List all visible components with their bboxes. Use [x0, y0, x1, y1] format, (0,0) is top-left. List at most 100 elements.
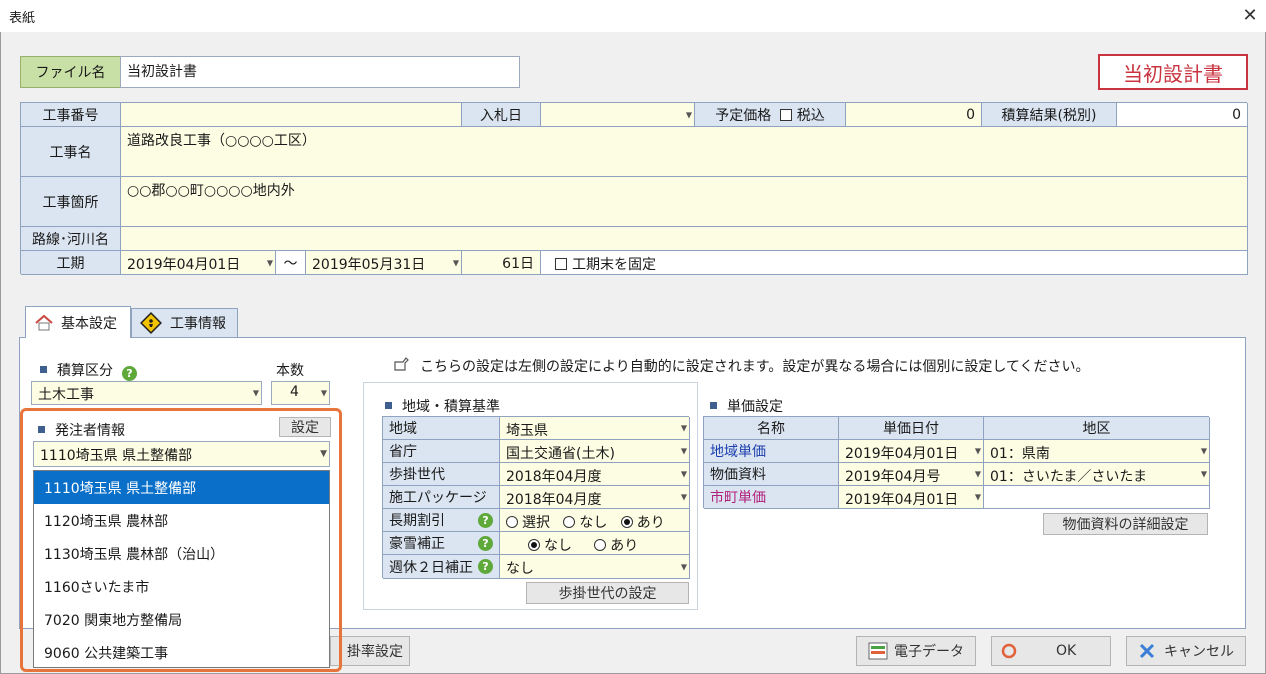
region-label-chiiki: 地域: [383, 417, 500, 440]
help-icon[interactable]: ?: [478, 512, 493, 528]
rosen-input[interactable]: [121, 227, 1248, 251]
dropdown-option[interactable]: 1130埼玉県 農林部（治山）: [34, 537, 329, 570]
tab-basic-label: 基本設定: [61, 315, 117, 332]
days-value: 61日: [462, 251, 541, 275]
file-name-label: ファイル名: [20, 56, 121, 88]
dropdown-option[interactable]: 1160さいたま市: [34, 570, 329, 603]
unit-area-select[interactable]: 01：さいたま／さいたま ▼: [984, 463, 1210, 486]
cancel-button[interactable]: キャンセル: [1126, 636, 1246, 666]
kouji-mei-label: 工事名: [21, 127, 121, 177]
unit-date-value: 2019年04月01日: [845, 492, 959, 508]
unit-title: 単価設定: [727, 399, 783, 415]
fix-end-label: 工期末を固定: [572, 257, 656, 273]
choki-radio-ari[interactable]: [620, 516, 633, 528]
ok-button[interactable]: OK: [991, 636, 1111, 666]
chevron-down-icon: ▼: [252, 388, 259, 398]
title-bar: 表紙 ✕: [0, 0, 1266, 32]
kakeritsu-button[interactable]: 掛率設定: [330, 636, 410, 666]
kubun-value: 土木工事: [38, 387, 94, 403]
file-name-input[interactable]: 当初設計書: [120, 56, 520, 88]
nyusatsu-date-select[interactable]: ▼: [541, 103, 695, 127]
help-icon[interactable]: ?: [478, 535, 493, 551]
bullet-icon: [385, 402, 392, 409]
unit-area-select[interactable]: 01：県南 ▼: [984, 440, 1210, 463]
kouji-mei-input[interactable]: 道路改良工事（○○○○工区）: [121, 127, 1248, 177]
region-heading: 地域・積算基準: [385, 396, 500, 416]
shukyu-label: 週休２日補正: [389, 559, 473, 576]
unit-name-chiiki: 地域単価: [704, 440, 839, 463]
header-grid: 工事番号 入札日 ▼ 予定価格 税込 0 積算結果(税別) 0 工事名 道路改良…: [20, 102, 1248, 275]
chevron-down-icon: ▼: [680, 446, 687, 456]
chiiki-select[interactable]: 埼玉県 ▼: [500, 417, 690, 440]
unit-area-value: 01：県南: [990, 446, 1050, 462]
chevron-down-icon: ▼: [680, 469, 687, 479]
choki-label: 長期割引: [389, 513, 445, 529]
hatchu-select[interactable]: 1110埼玉県 県土整備部 ▼: [33, 441, 330, 467]
unit-date-value: 2019年04月号: [845, 469, 941, 485]
dropdown-option[interactable]: 1120埼玉県 農林部: [34, 504, 329, 537]
choki-radio-sentaku[interactable]: [506, 516, 518, 528]
region-label-shocho: 省庁: [383, 440, 500, 463]
sekisan-kubun-select[interactable]: 土木工事 ▼: [31, 381, 262, 405]
cancel-x-icon: [1139, 643, 1155, 659]
package-select[interactable]: 2018年04月度 ▼: [500, 486, 690, 509]
help-icon[interactable]: ?: [121, 366, 137, 381]
choki-radio-group: 選択 なし あり: [500, 509, 690, 532]
gosetsu-radio-nashi[interactable]: [528, 539, 540, 551]
bukake-select[interactable]: 2018年04月度 ▼: [500, 463, 690, 486]
tab-kouji-info[interactable]: 工事情報: [131, 308, 238, 337]
zeikomi-checkbox[interactable]: [779, 108, 792, 121]
unit-date-select[interactable]: 2019年04月号 ▼: [839, 463, 984, 486]
unit-date-select[interactable]: 2019年04月01日 ▼: [839, 440, 984, 463]
bullet-icon: [710, 402, 717, 409]
honsu-select[interactable]: 4 ▼: [271, 381, 330, 405]
kouji-kasho-input[interactable]: ○○郡○○町○○○○地内外: [121, 177, 1248, 227]
dropdown-option[interactable]: 7020 関東地方整備局: [34, 603, 329, 636]
tab-basic[interactable]: 基本設定: [25, 306, 131, 338]
kouji-bango-input[interactable]: [121, 103, 462, 127]
dropdown-option[interactable]: 9060 公共建築工事: [34, 636, 329, 669]
chevron-down-icon: ▼: [685, 110, 692, 119]
yotei-kakaku-label: 予定価格 税込: [695, 103, 846, 127]
gosetsu-radio-ari[interactable]: [594, 539, 607, 551]
chevron-down-icon: ▼: [266, 258, 273, 267]
nyusatsu-label: 入札日: [462, 103, 541, 127]
bukake-settei-button[interactable]: 歩掛世代の設定: [526, 582, 689, 604]
unit-area-value: 01：さいたま／さいたま: [990, 469, 1147, 485]
yotei-value[interactable]: 0: [846, 103, 982, 127]
zeikomi-label: 税込: [796, 107, 825, 124]
settei-button[interactable]: 設定: [279, 417, 331, 437]
start-date-select[interactable]: 2019年04月01日 ▼: [121, 251, 276, 275]
chevron-down-icon: ▼: [680, 562, 687, 571]
bukka-detail-button[interactable]: 物価資料の詳細設定: [1043, 513, 1208, 535]
chevron-down-icon: ▼: [680, 492, 687, 502]
dropdown-option[interactable]: 1110埼玉県 県土整備部: [34, 471, 329, 504]
chiiki-value: 埼玉県: [506, 423, 548, 439]
chevron-down-icon: ▼: [452, 258, 459, 267]
end-date-text: 2019年05月31日: [312, 257, 426, 273]
sekisan-kubun-heading: 積算区分 ?: [40, 360, 137, 381]
unit-area-empty: [984, 486, 1210, 509]
unit-date-select[interactable]: 2019年04月01日 ▼: [839, 486, 984, 509]
chevron-down-icon: ▼: [974, 446, 981, 456]
choki-radio-nashi[interactable]: [563, 516, 576, 528]
kouki-label: 工期: [21, 251, 121, 275]
start-date-text: 2019年04月01日: [127, 257, 241, 273]
help-icon[interactable]: ?: [478, 559, 493, 574]
package-value: 2018年04月度: [506, 492, 602, 508]
shukyu-select[interactable]: なし ▼: [500, 555, 690, 579]
fix-end-option[interactable]: 工期末を固定: [541, 251, 1248, 275]
ok-label: OK: [1056, 643, 1077, 659]
close-icon[interactable]: ✕: [1236, 2, 1264, 30]
chevron-down-icon: ▼: [974, 469, 981, 479]
gosetsu-opt-label: なし: [544, 538, 572, 554]
kouji-kasho-label: 工事箇所: [21, 177, 121, 227]
gosetsu-radio-group: なし あり: [500, 532, 690, 555]
region-title: 地域・積算基準: [402, 399, 500, 415]
end-date-select[interactable]: 2019年05月31日 ▼: [306, 251, 462, 275]
fix-end-checkbox[interactable]: [555, 258, 567, 270]
hatchu-label: 発注者情報: [55, 423, 125, 439]
shocho-select[interactable]: 国土交通省(土木) ▼: [500, 440, 690, 463]
denshi-data-button[interactable]: 電子データ: [856, 636, 976, 666]
window-title: 表紙: [9, 11, 36, 26]
